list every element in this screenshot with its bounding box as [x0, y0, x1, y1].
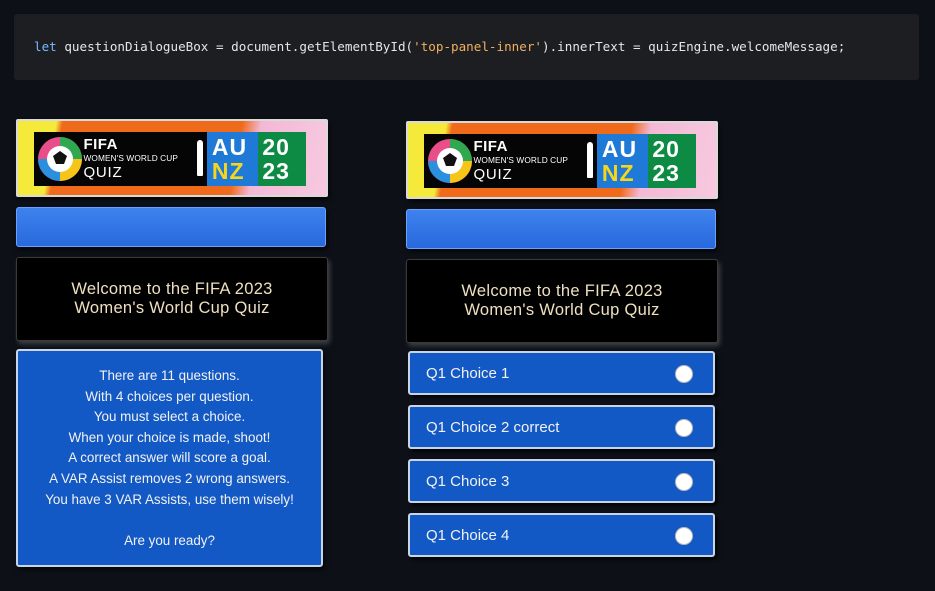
code-part-1: questionDialogueBox = document.getElemen… — [56, 39, 414, 54]
left-quiz-panel: FIFA WOMEN'S WORLD CUP QUIZ AU NZ 20 23 … — [16, 119, 328, 567]
code-keyword: let — [34, 39, 57, 54]
top-panel-bar — [406, 209, 716, 249]
rule-line: A correct answer will score a goal. — [68, 450, 271, 466]
quiz-label: QUIZ — [473, 166, 513, 183]
code-string: 'top-panel-inner' — [413, 39, 543, 54]
rule-line: With 4 choices per question. — [85, 388, 254, 404]
host-countries: AU NZ — [596, 134, 649, 188]
top-panel-bar — [16, 207, 326, 247]
code-snippet: let questionDialogueBox = document.getEl… — [14, 14, 919, 80]
welcome-panel: Welcome to the FIFA 2023 Women's World C… — [16, 257, 328, 341]
choices-list: Q1 Choice 1 Q1 Choice 2 correct Q1 Choic… — [408, 351, 718, 557]
choice-button-4[interactable]: Q1 Choice 4 — [408, 513, 715, 557]
nz-label: NZ — [601, 160, 635, 186]
welcome-line-1: Welcome to the FIFA 2023 — [461, 282, 663, 300]
choice-radio[interactable] — [675, 527, 693, 545]
fifa-title: FIFA — [473, 138, 508, 155]
fifa-subtitle: WOMEN'S WORLD CUP — [473, 155, 569, 165]
welcome-line-1: Welcome to the FIFA 2023 — [71, 280, 273, 298]
au-label: AU — [211, 134, 248, 160]
rule-line: A VAR Assist removes 2 wrong answers. — [49, 470, 290, 486]
quiz-banner: FIFA WOMEN'S WORLD CUP QUIZ AU NZ 20 23 — [16, 119, 328, 197]
choice-radio[interactable] — [675, 365, 693, 383]
year-label: 20 23 — [648, 134, 696, 188]
football-icon — [424, 134, 472, 188]
right-quiz-panel: FIFA WOMEN'S WORLD CUP QUIZ AU NZ 20 23 … — [406, 121, 718, 567]
nz-label: NZ — [211, 158, 245, 184]
year-bottom: 23 — [652, 160, 680, 186]
fifa-subtitle: WOMEN'S WORLD CUP — [83, 153, 179, 163]
rule-line: You must select a choice. — [93, 409, 246, 425]
year-label: 20 23 — [258, 132, 306, 186]
wwc-logo: FIFA WOMEN'S WORLD CUP QUIZ AU NZ 20 23 — [34, 132, 306, 186]
host-countries: AU NZ — [206, 132, 259, 186]
rules-panel: There are 11 questions. With 4 choices p… — [16, 349, 323, 567]
football-icon — [34, 132, 82, 186]
choice-label: Q1 Choice 1 — [426, 365, 510, 382]
choice-button-2[interactable]: Q1 Choice 2 correct — [408, 405, 715, 449]
choice-radio[interactable] — [675, 473, 693, 491]
choice-label: Q1 Choice 4 — [426, 527, 510, 544]
rule-line: There are 11 questions. — [99, 368, 240, 383]
trophy-icon — [194, 132, 207, 186]
rule-line: When your choice is made, shoot! — [68, 429, 271, 445]
year-top: 20 — [652, 136, 680, 162]
wwc-logo: FIFA WOMEN'S WORLD CUP QUIZ AU NZ 20 23 — [424, 134, 696, 188]
welcome-panel: Welcome to the FIFA 2023 Women's World C… — [406, 259, 718, 343]
fifa-title: FIFA — [83, 136, 118, 153]
choice-button-3[interactable]: Q1 Choice 3 — [408, 459, 715, 503]
quiz-banner: FIFA WOMEN'S WORLD CUP QUIZ AU NZ 20 23 — [406, 121, 718, 199]
au-label: AU — [601, 136, 638, 162]
choice-label: Q1 Choice 2 correct — [426, 419, 560, 436]
fifa-text-block: FIFA WOMEN'S WORLD CUP QUIZ — [81, 132, 193, 186]
ready-prompt: Are you ready? — [124, 532, 215, 548]
welcome-line-2: Women's World Cup Quiz — [464, 301, 660, 319]
choice-button-1[interactable]: Q1 Choice 1 — [408, 351, 715, 395]
rule-line: You have 3 VAR Assists, use them wisely! — [45, 491, 294, 507]
year-bottom: 23 — [262, 158, 290, 184]
quiz-label: QUIZ — [83, 164, 123, 181]
year-top: 20 — [262, 134, 290, 160]
choice-radio[interactable] — [675, 419, 693, 437]
code-part-2: ).innerText = quizEngine.welcomeMessage; — [542, 39, 846, 54]
choice-label: Q1 Choice 3 — [426, 473, 510, 490]
welcome-line-2: Women's World Cup Quiz — [74, 299, 270, 317]
fifa-text-block: FIFA WOMEN'S WORLD CUP QUIZ — [471, 134, 583, 188]
trophy-icon — [584, 134, 597, 188]
